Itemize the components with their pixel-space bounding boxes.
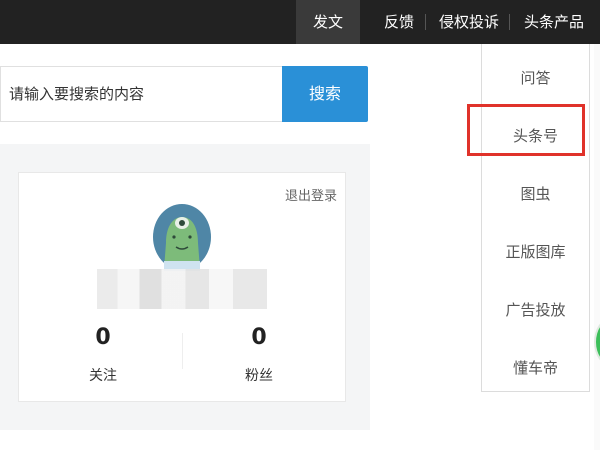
menu-item-wenda[interactable]: 问答 [482,58,589,98]
menu-item-ads[interactable]: 广告投放 [482,290,589,330]
fans-label: 粉丝 [245,368,273,384]
nav-separator [425,14,426,30]
search-box [0,66,282,122]
nav-separator [509,14,510,30]
search-button[interactable]: 搜索 [282,66,368,122]
stat-divider [182,333,183,369]
search-input[interactable] [1,67,282,121]
nav-rights-complaint[interactable]: 侵权投诉 [430,0,508,44]
avatar[interactable] [152,203,212,271]
nav-products[interactable]: 头条产品 [514,0,594,44]
follow-count: 0 [95,325,111,350]
top-nav-bar: 发文 反馈 侵权投诉 头条产品 [0,0,600,44]
logout-link[interactable]: 退出登录 [285,185,337,204]
menu-item-dongchedi[interactable]: 懂车帝 [482,348,589,388]
profile-panel: 退出登录 0 关注 0 粉丝 [0,144,370,430]
menu-item-toutiaohao[interactable]: 头条号 [482,116,589,156]
profile-card: 退出登录 0 关注 0 粉丝 [18,172,346,402]
follow-label: 关注 [89,368,117,384]
nav-post[interactable]: 发文 [296,0,360,44]
blurred-username [97,269,267,309]
fans-count: 0 [251,325,267,350]
products-dropdown: 问答 头条号 图虫 正版图库 广告投放 懂车帝 [481,44,590,392]
menu-item-tuchong[interactable]: 图虫 [482,174,589,214]
nav-feedback[interactable]: 反馈 [374,0,424,44]
follow-stat[interactable]: 0 关注 [43,323,163,385]
fans-stat[interactable]: 0 粉丝 [199,323,319,385]
menu-item-stock-images[interactable]: 正版图库 [482,232,589,272]
page-edge [594,44,600,450]
